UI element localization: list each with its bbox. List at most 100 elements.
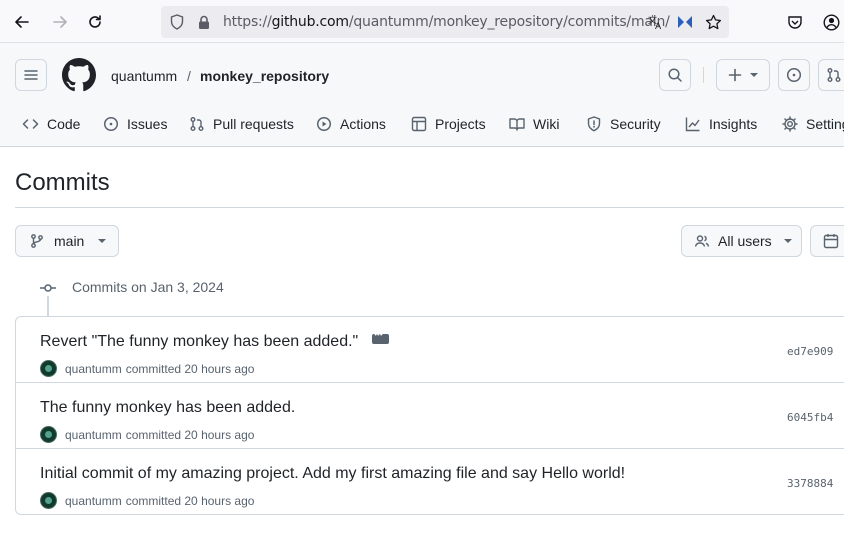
forward-button[interactable] xyxy=(48,10,72,34)
code-icon xyxy=(22,119,39,129)
tab-issues[interactable]: Issues xyxy=(103,114,167,134)
repo-header: quantumm / monkey_repository Code Issues… xyxy=(0,43,844,147)
tab-security[interactable]: Security xyxy=(586,114,661,134)
tab-projects[interactable]: Projects xyxy=(411,114,486,134)
reload-icon xyxy=(89,15,101,28)
timeline-line xyxy=(47,296,49,316)
tab-pull-requests[interactable]: Pull requests xyxy=(189,114,294,134)
search-button[interactable] xyxy=(659,59,691,91)
plus-icon xyxy=(728,68,742,82)
date-filter-button[interactable] xyxy=(810,225,844,257)
tab-code-label: Code xyxy=(47,116,81,132)
branch-name: main xyxy=(54,233,85,249)
browser-toolbar: https://github.com/quantumm/monkey_repos… xyxy=(0,0,844,43)
commit-meta: quantumm committed 20 hours ago xyxy=(40,492,254,509)
chevron-down-icon xyxy=(98,239,107,243)
bookmark-star-icon[interactable] xyxy=(704,13,722,31)
avatar[interactable] xyxy=(40,426,57,443)
tab-security-label: Security xyxy=(610,116,661,132)
menu-button[interactable] xyxy=(15,59,47,91)
pull-request-icon xyxy=(190,117,204,131)
translate-icon[interactable]: 文A xyxy=(647,13,665,31)
tab-wiki-label: Wiki xyxy=(533,116,560,132)
tab-settings[interactable]: Settings xyxy=(782,114,844,134)
commit-message-link[interactable]: The funny monkey has been added. xyxy=(40,399,295,417)
expand-description-button[interactable] xyxy=(372,330,390,344)
commit-message-text: Initial commit of my amazing project. Ad… xyxy=(40,465,626,482)
commit-sha-link[interactable]: 3378884 xyxy=(787,477,833,490)
repo-owner-link[interactable]: quantumm xyxy=(111,68,177,84)
commit-time: committed 20 hours ago xyxy=(125,493,255,508)
repo-name-link[interactable]: monkey_repository xyxy=(200,68,329,84)
chevron-down-icon xyxy=(783,239,792,243)
tab-projects-label: Projects xyxy=(435,116,486,132)
commit-list: Revert "The funny monkey has been added.… xyxy=(15,316,844,515)
commit-row: Revert "The funny monkey has been added.… xyxy=(16,317,844,383)
create-new-button[interactable] xyxy=(716,59,770,91)
graph-icon xyxy=(685,117,700,132)
commit-author-link[interactable]: quantumm xyxy=(65,362,122,376)
avatar[interactable] xyxy=(40,360,57,377)
header-divider xyxy=(703,67,704,83)
commit-icon xyxy=(40,284,56,292)
commit-row: Initial commit of my amazing project. Ad… xyxy=(16,449,844,514)
tab-pull-requests-label: Pull requests xyxy=(213,116,294,132)
title-divider xyxy=(15,207,844,208)
url-host: github.com xyxy=(271,14,349,30)
pull-requests-button[interactable] xyxy=(818,59,844,91)
tab-insights[interactable]: Insights xyxy=(685,114,757,134)
commits-date-heading: Commits on Jan 3, 2024 xyxy=(72,279,224,295)
commit-author-link[interactable]: quantumm xyxy=(65,428,122,442)
hamburger-icon xyxy=(24,70,38,80)
commit-row: The funny monkey has been added. quantum… xyxy=(16,383,844,449)
commit-time: committed 20 hours ago xyxy=(125,427,255,442)
back-arrow-icon xyxy=(15,16,29,28)
people-icon xyxy=(694,235,710,247)
avatar[interactable] xyxy=(40,492,57,509)
extension-icon[interactable] xyxy=(676,13,694,31)
breadcrumb-separator: / xyxy=(187,68,191,84)
issue-circle-icon xyxy=(786,67,802,83)
search-icon xyxy=(668,68,682,82)
svg-text:A: A xyxy=(655,22,662,31)
tab-settings-label: Settings xyxy=(806,116,844,132)
pocket-icon[interactable] xyxy=(786,13,804,31)
url-path: /quantumm/monkey_repository/commits/main… xyxy=(348,14,670,30)
commit-message-link[interactable]: Revert "The funny monkey has been added.… xyxy=(40,330,390,351)
back-button[interactable] xyxy=(10,10,34,34)
book-icon xyxy=(509,118,525,131)
page-title: Commits xyxy=(15,169,110,196)
address-bar[interactable]: https://github.com/quantumm/monkey_repos… xyxy=(161,6,729,38)
commit-meta: quantumm committed 20 hours ago xyxy=(40,426,254,443)
lock-icon[interactable] xyxy=(197,14,211,30)
tab-actions[interactable]: Actions xyxy=(316,114,386,134)
issues-button[interactable] xyxy=(778,59,810,91)
commit-message-text: The funny monkey has been added. xyxy=(40,399,296,416)
shield-icon xyxy=(587,116,601,132)
forward-arrow-icon xyxy=(53,16,67,28)
table-icon xyxy=(411,116,427,132)
github-logo-icon[interactable] xyxy=(62,58,96,92)
branch-icon xyxy=(31,234,43,248)
play-icon xyxy=(316,116,332,132)
pull-request-icon xyxy=(827,68,841,82)
tab-issues-label: Issues xyxy=(127,116,168,132)
calendar-icon xyxy=(823,234,839,249)
commit-meta: quantumm committed 20 hours ago xyxy=(40,360,254,377)
tab-insights-label: Insights xyxy=(709,116,758,132)
issue-icon xyxy=(103,116,119,132)
users-filter-label: All users xyxy=(718,233,772,249)
users-filter-button[interactable]: All users xyxy=(681,225,802,257)
account-icon[interactable] xyxy=(822,13,840,31)
chevron-down-icon xyxy=(750,73,758,77)
branch-selector-button[interactable]: main xyxy=(15,225,119,257)
tracking-shield-icon[interactable] xyxy=(169,14,185,30)
url-text[interactable]: https://github.com/quantumm/monkey_repos… xyxy=(223,14,670,30)
tab-code[interactable]: Code xyxy=(22,114,80,134)
commit-sha-link[interactable]: 6045fb4 xyxy=(787,411,833,424)
commit-message-link[interactable]: Initial commit of my amazing project. Ad… xyxy=(40,465,625,483)
reload-button[interactable] xyxy=(83,10,107,34)
commit-sha-link[interactable]: ed7e909 xyxy=(787,345,833,358)
tab-wiki[interactable]: Wiki xyxy=(509,114,559,134)
commit-author-link[interactable]: quantumm xyxy=(65,494,122,508)
